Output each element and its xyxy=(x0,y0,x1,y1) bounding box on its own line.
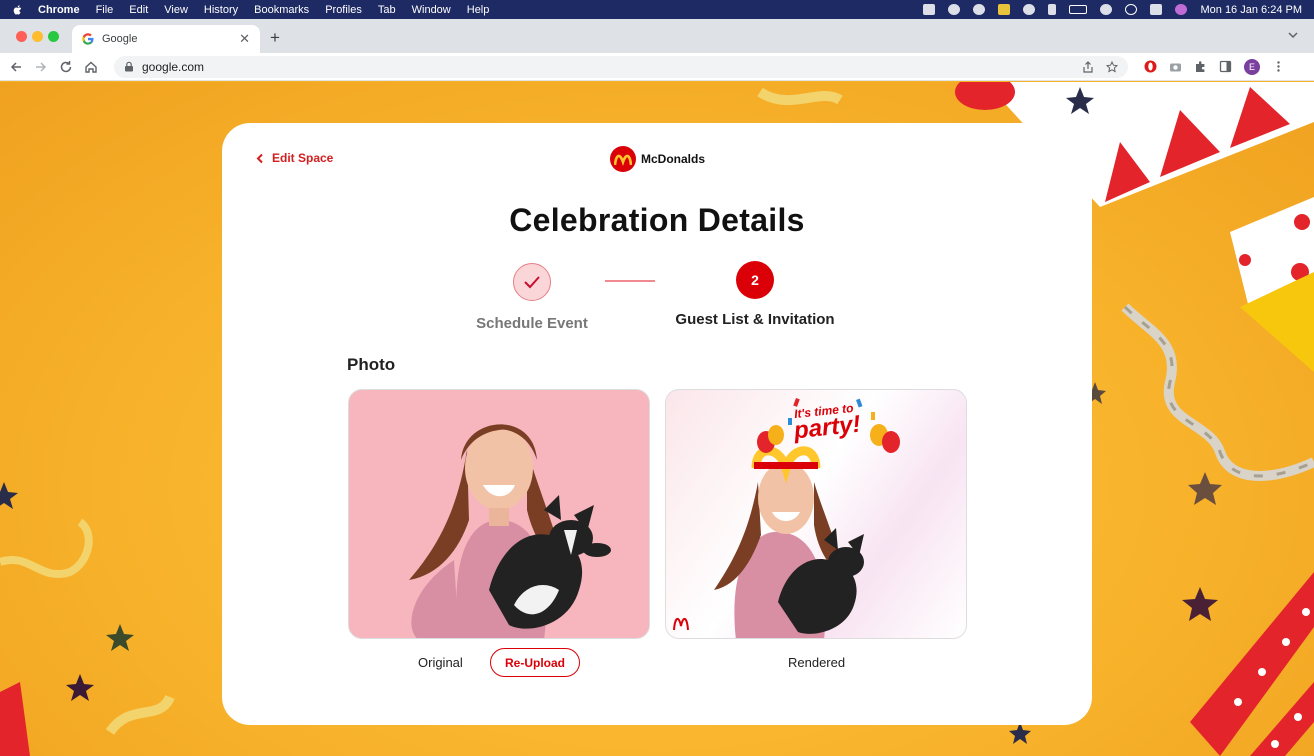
step-complete-circle xyxy=(513,263,551,301)
menu-history[interactable]: History xyxy=(204,4,238,16)
profile-avatar[interactable]: E xyxy=(1244,58,1260,75)
macos-menu-bar: Chrome File Edit View History Bookmarks … xyxy=(0,0,1314,19)
tray-moon-icon[interactable] xyxy=(973,4,986,15)
celebration-details-card: Edit Space McDonalds Celebration Details… xyxy=(222,123,1092,725)
tab-close-icon[interactable]: ✕ xyxy=(239,31,250,47)
edit-space-back-link[interactable]: Edit Space xyxy=(256,151,333,165)
browser-tab-google[interactable]: Google ✕ xyxy=(72,25,260,53)
re-upload-button[interactable]: Re-Upload xyxy=(490,648,580,677)
spotlight-search-icon[interactable] xyxy=(1125,4,1138,15)
browser-tab-title: Google xyxy=(102,33,138,45)
brand-name: McDonalds xyxy=(641,152,706,166)
extensions-puzzle-icon[interactable] xyxy=(1194,60,1207,73)
checkmark-icon xyxy=(524,276,540,289)
new-tab-plus-icon[interactable]: + xyxy=(270,28,280,48)
mcdonalds-logo xyxy=(610,146,636,172)
step-label-guest-list: Guest List & Invitation xyxy=(675,311,835,328)
browser-toolbar: google.com E xyxy=(0,53,1314,81)
page-title: Celebration Details xyxy=(509,202,805,238)
more-menu-kebab-icon[interactable] xyxy=(1272,60,1285,73)
step-guest-list-invitation[interactable]: 2 Guest List & Invitation xyxy=(652,261,858,328)
menu-window[interactable]: Window xyxy=(412,4,451,16)
camera-extension-icon[interactable] xyxy=(1169,60,1182,73)
rendered-photo[interactable]: It's time to party! xyxy=(665,389,967,639)
tray-extension-icon[interactable] xyxy=(948,4,961,15)
edit-space-label: Edit Space xyxy=(272,151,334,165)
tray-bluetooth-icon[interactable] xyxy=(1048,4,1057,15)
menu-view[interactable]: View xyxy=(164,4,188,16)
wifi-icon[interactable] xyxy=(1100,4,1113,15)
tab-search-chevron-icon[interactable] xyxy=(1286,28,1300,42)
menu-help[interactable]: Help xyxy=(467,4,490,16)
step-connector-line xyxy=(605,280,655,282)
step-schedule-event[interactable]: Schedule Event xyxy=(452,263,612,332)
control-center-icon[interactable] xyxy=(1150,4,1163,15)
window-minimize-button[interactable] xyxy=(32,31,43,42)
menu-bookmarks[interactable]: Bookmarks xyxy=(254,4,309,16)
window-zoom-button[interactable] xyxy=(48,31,59,42)
tray-app-icon[interactable] xyxy=(923,4,936,15)
apple-icon[interactable] xyxy=(12,4,24,16)
browser-tab-strip: Google ✕ + xyxy=(0,19,1314,53)
home-icon[interactable] xyxy=(83,59,99,75)
menu-app-name[interactable]: Chrome xyxy=(38,4,80,16)
menu-file[interactable]: File xyxy=(96,4,114,16)
back-arrow-icon[interactable] xyxy=(8,59,24,75)
original-caption: Original xyxy=(418,655,463,670)
step-number-circle: 2 xyxy=(736,261,774,299)
window-close-button[interactable] xyxy=(16,31,27,42)
brand-header: McDonalds xyxy=(610,146,705,172)
battery-icon[interactable] xyxy=(1069,5,1088,14)
rendered-caption: Rendered xyxy=(788,655,846,670)
tray-recorder-icon[interactable] xyxy=(1023,4,1036,15)
tray-shield-icon[interactable] xyxy=(998,4,1011,15)
side-panel-icon[interactable] xyxy=(1219,60,1232,73)
share-icon[interactable] xyxy=(1082,60,1094,73)
address-bar[interactable]: google.com xyxy=(114,55,1128,78)
original-photo[interactable] xyxy=(348,389,650,639)
step-label-schedule-event: Schedule Event xyxy=(476,315,588,332)
forward-arrow-icon[interactable] xyxy=(33,59,49,75)
address-bar-url[interactable]: google.com xyxy=(142,60,204,74)
chevron-left-icon xyxy=(256,153,263,163)
siri-icon[interactable] xyxy=(1175,4,1188,15)
menu-edit[interactable]: Edit xyxy=(129,4,148,16)
lock-icon[interactable] xyxy=(124,61,134,72)
menu-tab[interactable]: Tab xyxy=(378,4,396,16)
bookmark-star-icon[interactable] xyxy=(1106,60,1118,73)
menu-clock[interactable]: Mon 16 Jan 6:24 PM xyxy=(1200,4,1302,16)
photo-section-label: Photo xyxy=(347,355,396,374)
reload-icon[interactable] xyxy=(58,59,74,75)
menu-profiles[interactable]: Profiles xyxy=(325,4,362,16)
page-viewport: Edit Space McDonalds Celebration Details… xyxy=(0,82,1314,756)
google-favicon-icon xyxy=(82,33,94,45)
woman-with-dog-illustration xyxy=(409,424,611,638)
opera-extension-icon[interactable] xyxy=(1144,60,1157,73)
